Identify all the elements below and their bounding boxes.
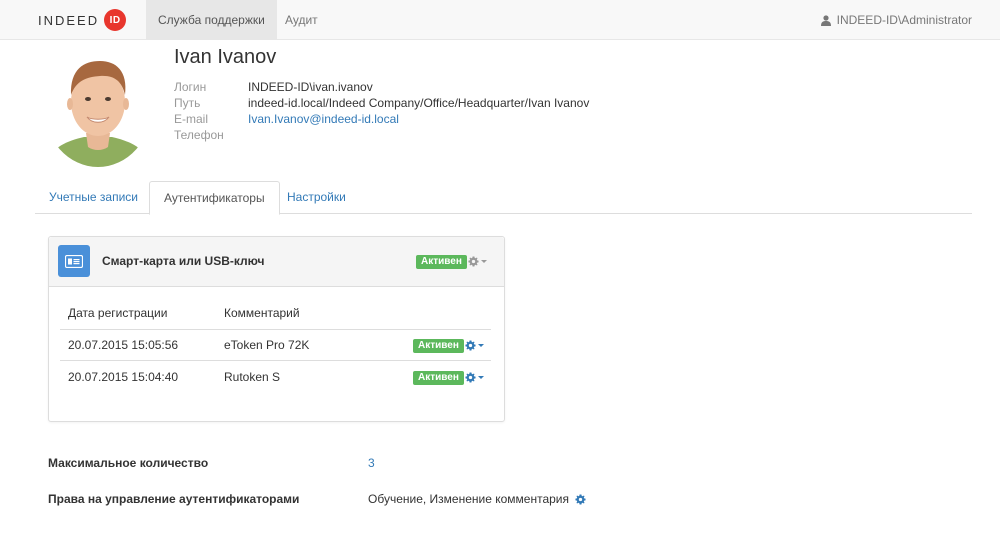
user-icon xyxy=(820,14,831,26)
column-header-date: Дата регистрации xyxy=(68,306,168,320)
row-1-date: 20.07.2015 15:05:56 xyxy=(68,338,179,352)
nav-tab-audit[interactable]: Аудит xyxy=(273,0,330,40)
row-2-settings-dropdown[interactable] xyxy=(465,372,484,383)
field-value-login: INDEED-ID\ivan.ivanov xyxy=(248,80,373,94)
row-2-comment: Rutoken S xyxy=(224,370,281,384)
field-label-path: Путь xyxy=(174,96,201,110)
divider xyxy=(60,360,491,361)
row-1-comment: eToken Pro 72K xyxy=(224,338,310,352)
logo-text: INDEED xyxy=(38,12,100,28)
row-2-date: 20.07.2015 15:04:40 xyxy=(68,370,179,384)
field-label-phone: Телефон xyxy=(174,128,224,142)
chevron-down-icon xyxy=(481,260,487,263)
top-navbar: INDEED ID Служба поддержки Аудит INDEED-… xyxy=(0,0,1000,40)
nav-tab-support[interactable]: Служба поддержки xyxy=(146,0,277,40)
tab-authenticators[interactable]: Аутентификаторы xyxy=(149,181,280,215)
tab-accounts[interactable]: Учетные записи xyxy=(35,181,152,214)
field-value-path: indeed-id.local/Indeed Company/Office/He… xyxy=(248,96,590,110)
gear-icon xyxy=(465,340,476,351)
max-count-value[interactable]: 3 xyxy=(368,456,375,470)
status-badge: Активен xyxy=(416,255,467,269)
row-1-settings-dropdown[interactable] xyxy=(465,340,484,351)
indeed-id-logo[interactable]: INDEED ID xyxy=(38,9,127,31)
field-label-login: Логин xyxy=(174,80,207,94)
gear-icon xyxy=(468,256,479,267)
chevron-down-icon xyxy=(478,344,484,347)
row-2-status-badge: Активен xyxy=(413,371,464,385)
user-name: INDEED-ID\Administrator xyxy=(836,13,972,27)
panel-title: Смарт-карта или USB-ключ xyxy=(102,254,265,268)
chevron-down-icon xyxy=(478,376,484,379)
panel-settings-dropdown[interactable] xyxy=(468,256,487,267)
divider xyxy=(60,329,491,330)
avatar xyxy=(44,47,152,167)
column-header-comment: Комментарий xyxy=(224,306,300,320)
row-1-status-badge: Активен xyxy=(413,339,464,353)
rights-label: Права на управление аутентификаторами xyxy=(48,492,300,506)
tab-settings[interactable]: Настройки xyxy=(273,181,360,214)
gear-icon xyxy=(465,372,476,383)
max-count-label: Максимальное количество xyxy=(48,456,209,470)
panel-header: Смарт-карта или USB-ключ Активен xyxy=(49,237,504,287)
email-link[interactable]: Ivan.Ivanov@indeed-id.local xyxy=(248,112,399,126)
field-label-email: E-mail xyxy=(174,112,209,126)
profile-tabs: Учетные записи Аутентификаторы Настройки xyxy=(35,181,972,215)
gear-icon[interactable] xyxy=(575,493,586,505)
logo-badge: ID xyxy=(104,9,127,31)
smartcard-icon xyxy=(58,245,90,277)
user-menu[interactable]: INDEED-ID\Administrator xyxy=(820,0,972,40)
profile-name: Ivan Ivanov xyxy=(174,46,277,68)
rights-value-row: Обучение, Изменение комментария xyxy=(368,492,586,506)
rights-value: Обучение, Изменение комментария xyxy=(368,492,569,506)
